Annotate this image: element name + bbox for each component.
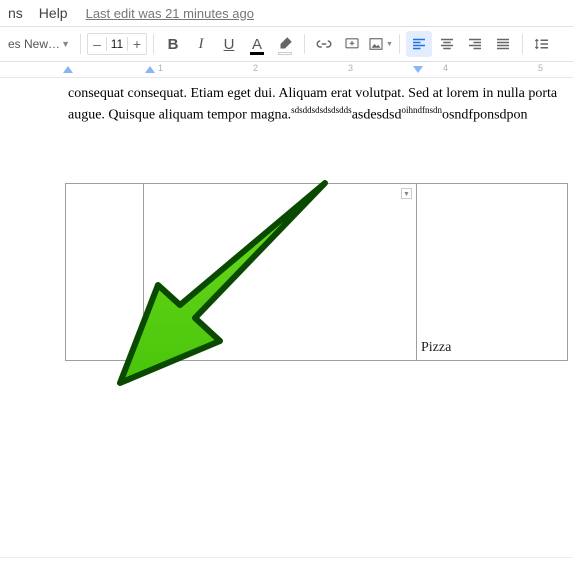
insert-link-button[interactable] xyxy=(311,31,337,57)
toolbar-separator xyxy=(522,34,523,54)
toolbar-separator xyxy=(304,34,305,54)
highlighter-icon xyxy=(276,35,294,53)
text-cursor xyxy=(146,338,150,354)
menu-item-ns[interactable]: ns xyxy=(0,1,31,25)
cell-text: Pizza xyxy=(421,340,451,356)
chevron-down-icon: ▼ xyxy=(386,41,393,48)
link-icon xyxy=(315,35,333,53)
horizontal-ruler[interactable]: 1 2 3 4 5 xyxy=(0,62,573,78)
toolbar-separator xyxy=(399,34,400,54)
increase-font-button[interactable]: + xyxy=(128,36,146,52)
cell-dropdown-handle[interactable]: ▼ xyxy=(401,188,412,199)
font-family-select[interactable]: es New… ▼ xyxy=(4,32,74,56)
bold-button[interactable]: B xyxy=(160,31,186,57)
underline-button[interactable]: U xyxy=(216,31,242,57)
text-line: consequat consequat. Etiam eget dui. Ali… xyxy=(68,86,557,101)
align-center-button[interactable] xyxy=(434,31,460,57)
font-size-value[interactable]: 11 xyxy=(106,37,128,51)
highlight-color-button[interactable] xyxy=(272,31,298,57)
ruler-number: 5 xyxy=(538,63,543,73)
ruler-marks: 1 2 3 4 5 xyxy=(68,62,573,77)
menu-item-help[interactable]: Help xyxy=(31,1,76,25)
decrease-font-button[interactable]: – xyxy=(88,36,106,52)
table-row: ▼ Pizza xyxy=(66,184,568,361)
align-justify-button[interactable] xyxy=(490,31,516,57)
first-line-indent-marker[interactable] xyxy=(63,66,73,73)
toolbar-separator xyxy=(80,34,81,54)
comment-plus-icon xyxy=(343,35,361,53)
align-left-icon xyxy=(410,35,428,53)
superscript-text: sdsddsdsdsdsdds xyxy=(291,105,352,115)
table-cell[interactable] xyxy=(66,184,144,361)
table-cell[interactable]: Pizza xyxy=(417,184,568,361)
superscript-text: oihndfnsdn xyxy=(401,105,442,115)
footer-divider xyxy=(0,557,573,558)
toolbar: es New… ▼ – 11 + B I U A ▼ xyxy=(0,26,573,62)
text-line: asdesdsd xyxy=(352,108,402,123)
ruler-number: 3 xyxy=(348,63,353,73)
align-right-icon xyxy=(466,35,484,53)
last-edit-info[interactable]: Last edit was 21 minutes ago xyxy=(86,6,254,21)
caret-icon xyxy=(149,339,150,354)
document-canvas[interactable]: consequat consequat. Etiam eget dui. Ali… xyxy=(0,78,573,361)
highlight-swatch xyxy=(278,52,292,55)
text-line: augue. Quisque aliquam tempor magna. xyxy=(68,108,291,123)
text-color-swatch xyxy=(250,52,264,55)
insert-image-button[interactable]: ▼ xyxy=(367,31,393,57)
add-comment-button[interactable] xyxy=(339,31,365,57)
line-spacing-icon xyxy=(533,35,551,53)
paragraph-text[interactable]: consequat consequat. Etiam eget dui. Ali… xyxy=(68,84,573,126)
menu-bar: ns Help Last edit was 21 minutes ago xyxy=(0,0,573,26)
align-justify-icon xyxy=(494,35,512,53)
text-line: osndfponsdpon xyxy=(442,108,528,123)
align-center-icon xyxy=(438,35,456,53)
right-indent-marker[interactable] xyxy=(413,66,423,73)
ruler-number: 4 xyxy=(443,63,448,73)
font-size-stepper[interactable]: – 11 + xyxy=(87,33,147,55)
image-icon xyxy=(367,35,385,53)
line-spacing-button[interactable] xyxy=(529,31,555,57)
table-cell-active[interactable]: ▼ xyxy=(144,184,417,361)
align-left-button[interactable] xyxy=(406,31,432,57)
italic-button[interactable]: I xyxy=(188,31,214,57)
font-family-label: es New… xyxy=(8,37,60,51)
document-table[interactable]: ▼ Pizza xyxy=(65,183,568,361)
ruler-number: 2 xyxy=(253,63,258,73)
ruler-number: 1 xyxy=(158,63,163,73)
chevron-down-icon: ▼ xyxy=(61,39,70,49)
text-color-button[interactable]: A xyxy=(244,31,270,57)
align-right-button[interactable] xyxy=(462,31,488,57)
left-indent-marker[interactable] xyxy=(145,66,155,73)
toolbar-separator xyxy=(153,34,154,54)
